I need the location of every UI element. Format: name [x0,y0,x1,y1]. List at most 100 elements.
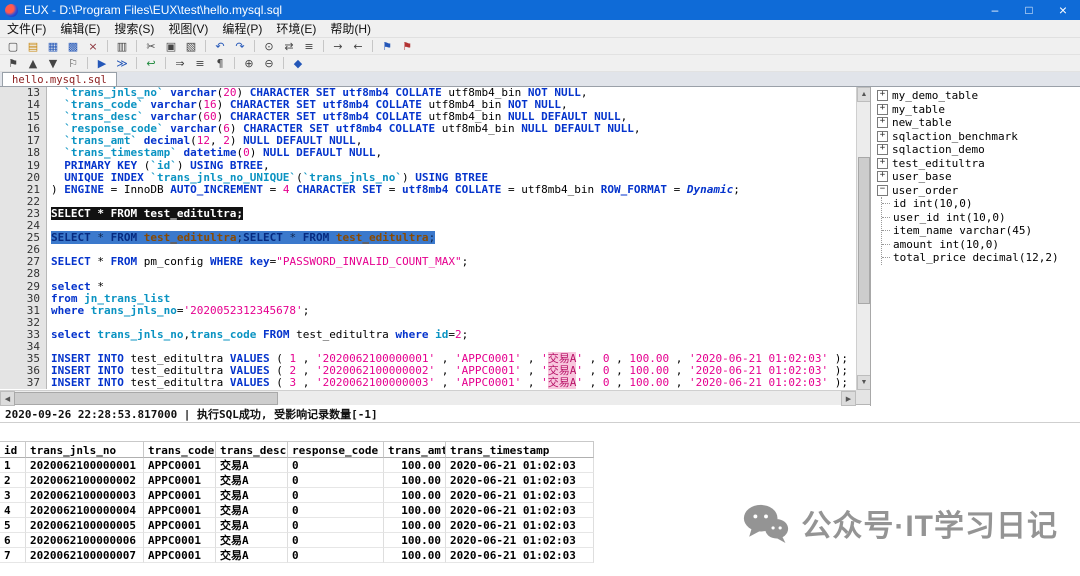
cell: 2020062100000001 [26,458,144,473]
tree-item-my_table[interactable]: +my_table [877,103,1080,117]
minimize-button[interactable]: – [978,0,1012,20]
tree-column-item[interactable]: item_name varchar(45) [882,224,1080,238]
options-button[interactable]: ◆ [289,56,307,71]
goto-line-button[interactable]: ⇒ [171,56,189,71]
app-window: EUX - D:\Program Files\EUX\test\hello.my… [0,0,1080,576]
expand-icon[interactable]: + [877,117,888,128]
column-header-trans_amt[interactable]: trans_amt [384,441,446,458]
horizontal-scroll-thumb[interactable] [14,392,278,405]
select-all-button[interactable]: ≡ [300,39,318,54]
column-header-trans_jnls_no[interactable]: trans_jnls_no [26,441,144,458]
line-numbers-button[interactable]: ≡ [191,56,209,71]
zoom-out-button[interactable]: ⊖ [260,56,278,71]
close-button[interactable]: × [1046,0,1080,20]
column-header-trans_code[interactable]: trans_code [144,441,216,458]
tree-item-sqlaction_demo[interactable]: +sqlaction_demo [877,143,1080,157]
tree-item-test_editultra[interactable]: +test_editultra [877,157,1080,171]
save-all-icon: ▩ [68,41,78,52]
scroll-up-icon[interactable]: ▲ [857,87,871,102]
bookmark-next-icon: ▼ [49,58,57,69]
tree-item-sqlaction_benchmark[interactable]: +sqlaction_benchmark [877,130,1080,144]
tree-item-new_table[interactable]: +new_table [877,116,1080,130]
scroll-down-icon[interactable]: ▼ [857,375,871,390]
code-line[interactable]: 28 [0,268,856,280]
code-line[interactable]: 31where trans_jnls_no='2020052312345678'… [0,305,856,317]
tree-column-item[interactable]: amount int(10,0) [882,238,1080,252]
word-wrap-button[interactable]: ¶ [211,56,229,71]
expand-icon[interactable]: + [877,104,888,115]
close-file-button[interactable]: × [84,39,102,54]
tab-hello-mysql-sql[interactable]: hello.mysql.sql [2,72,117,86]
flag-red-button[interactable]: ⚑ [398,39,416,54]
maximize-button[interactable]: □ [1012,0,1046,20]
column-header-response_code[interactable]: response_code [288,441,384,458]
menu-search[interactable]: 搜索(S) [107,20,161,37]
replace-button[interactable]: ⇄ [280,39,298,54]
save-button[interactable]: ▦ [44,39,62,54]
expand-icon[interactable]: + [877,158,888,169]
flag-blue-button[interactable]: ⚑ [378,39,396,54]
menu-help[interactable]: 帮助(H) [323,20,378,37]
tree-item-user_order[interactable]: −user_order [877,184,1080,198]
expand-icon[interactable]: + [877,131,888,142]
table-row[interactable]: 12020062100000001APPC0001交易A0100.002020-… [0,458,1080,473]
scroll-left-icon[interactable]: ◀ [0,391,15,406]
scroll-right-icon[interactable]: ▶ [841,391,856,406]
find-button[interactable]: ⊙ [260,39,278,54]
column-header-id[interactable]: id [0,441,26,458]
editor-vertical-scrollbar[interactable]: ▲ ▼ [856,87,871,390]
print-button[interactable]: ▥ [113,39,131,54]
code-line[interactable]: 23SELECT * FROM test_editultra; [0,208,856,220]
redo-button[interactable]: ↷ [231,39,249,54]
table-row[interactable]: 22020062100000002APPC0001交易A0100.002020-… [0,473,1080,488]
bookmark-clear-button[interactable]: ⚐ [64,56,82,71]
open-folder-button[interactable]: ▤ [24,39,42,54]
toolbar-separator [165,57,166,69]
collapse-icon[interactable]: − [877,185,888,196]
new-file-button[interactable]: ▢ [4,39,22,54]
tree-column-item[interactable]: total_price decimal(12,2) [882,251,1080,265]
cell: APPC0001 [144,533,216,548]
cell: APPC0001 [144,488,216,503]
bookmark-toggle-icon: ⚑ [8,58,18,69]
vertical-scroll-thumb[interactable] [858,157,870,304]
paste-button[interactable]: ▧ [182,39,200,54]
tree-item-my_demo_table[interactable]: +my_demo_table [877,89,1080,103]
expand-icon[interactable]: + [877,90,888,101]
code-editor[interactable]: 13 `trans_jnls_no` varchar(20) CHARACTER… [0,87,856,390]
tree-column-item[interactable]: id int(10,0) [882,197,1080,211]
save-all-button[interactable]: ▩ [64,39,82,54]
back-button[interactable]: ↩ [142,56,160,71]
run-to-cursor-button[interactable]: ≫ [113,56,131,71]
menu-environment[interactable]: 环境(E) [269,20,323,37]
column-header-trans_timestamp[interactable]: trans_timestamp [446,441,594,458]
menu-program[interactable]: 编程(P) [215,20,269,37]
cell: 2020062100000006 [26,533,144,548]
code-line[interactable]: 27SELECT * FROM pm_config WHERE key="PAS… [0,256,856,268]
outdent-button[interactable]: ← [349,39,367,54]
menu-edit[interactable]: 编辑(E) [53,20,107,37]
copy-button[interactable]: ▣ [162,39,180,54]
column-header-trans_desc[interactable]: trans_desc [216,441,288,458]
bookmark-next-button[interactable]: ▼ [44,56,62,71]
table-row[interactable]: 72020062100000007APPC0001交易A0100.002020-… [0,548,1080,563]
indent-button[interactable]: → [329,39,347,54]
bookmark-prev-button[interactable]: ▲ [24,56,42,71]
code-line[interactable]: 25SELECT * FROM test_editultra;SELECT * … [0,232,856,244]
code-line[interactable]: 37INSERT INTO test_editultra VALUES ( 3 … [0,377,856,389]
expand-icon[interactable]: + [877,171,888,182]
tree-column-item[interactable]: user_id int(10,0) [882,211,1080,225]
code-line[interactable]: 21) ENGINE = InnoDB AUTO_INCREMENT = 4 C… [0,184,856,196]
run-script-button[interactable]: ▶ [93,56,111,71]
line-number: 28 [0,268,47,280]
undo-button[interactable]: ↶ [211,39,229,54]
editor-horizontal-scrollbar[interactable]: ◀ ▶ [0,390,856,405]
code-line[interactable]: 33select trans_jnls_no,trans_code FROM t… [0,329,856,341]
zoom-in-button[interactable]: ⊕ [240,56,258,71]
menu-view[interactable]: 视图(V) [161,20,215,37]
tree-item-user_base[interactable]: +user_base [877,170,1080,184]
cut-button[interactable]: ✂ [142,39,160,54]
bookmark-toggle-button[interactable]: ⚑ [4,56,22,71]
menu-file[interactable]: 文件(F) [0,20,53,37]
expand-icon[interactable]: + [877,144,888,155]
